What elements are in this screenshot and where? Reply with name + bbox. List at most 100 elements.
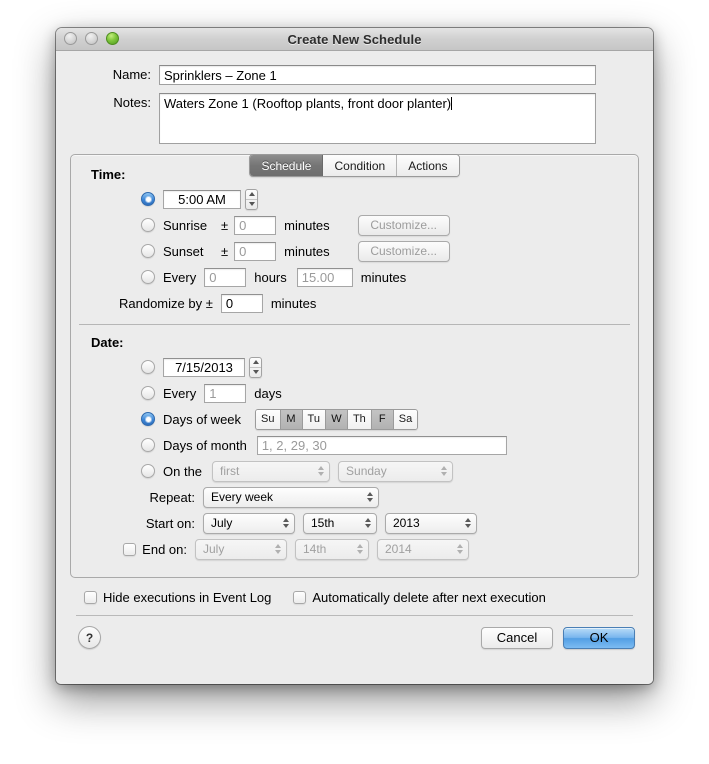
time-every-row: Every 0 hours 15.00 minutes	[85, 264, 624, 290]
updown-arrows-icon	[455, 544, 464, 554]
time-stepper-down[interactable]	[246, 200, 257, 209]
weekday-w[interactable]: W	[325, 409, 348, 429]
tab-condition[interactable]: Condition	[323, 155, 398, 176]
auto-delete-option[interactable]: Automatically delete after next executio…	[293, 590, 546, 605]
radio-sunset[interactable]	[141, 244, 155, 258]
auto-delete-checkbox[interactable]	[293, 591, 307, 604]
triangle-down-icon	[248, 202, 255, 206]
date-stepper[interactable]	[249, 356, 262, 378]
every-minutes-input[interactable]: 15.00	[296, 267, 353, 287]
sunset-customize-button[interactable]: Customize...	[357, 240, 450, 262]
name-input[interactable]: Sprinklers – Zone 1	[159, 65, 596, 85]
start-month-select[interactable]: July	[203, 512, 295, 534]
time-clock-row: 5:00 AM	[85, 186, 624, 212]
start-day-select[interactable]: 15th	[303, 512, 377, 534]
end-month-select[interactable]: July	[195, 538, 287, 560]
date-every-days-row: Every 1 days	[85, 380, 624, 406]
hide-executions-label: Hide executions in Event Log	[103, 590, 272, 605]
sunset-label: Sunset	[163, 243, 204, 259]
end-year-value: 2014	[385, 542, 412, 556]
on-the-weekday-value: Sunday	[346, 464, 387, 478]
window-titlebar: Create New Schedule	[56, 28, 653, 51]
date-stepper-up[interactable]	[250, 358, 261, 368]
days-of-month-input[interactable]: 1, 2, 29, 30	[256, 435, 507, 455]
notes-field-row: Notes: Waters Zone 1 (Rooftop plants, fr…	[76, 93, 633, 144]
start-year-select[interactable]: 2013	[385, 512, 477, 534]
ok-button[interactable]: OK	[563, 626, 635, 649]
updown-arrows-icon	[281, 518, 290, 528]
randomize-input[interactable]: 0	[220, 293, 263, 313]
weekday-th[interactable]: Th	[347, 409, 372, 429]
on-the-ordinal-select[interactable]: first	[212, 460, 331, 482]
end-year-select[interactable]: 2014	[377, 538, 469, 560]
start-on-row: Start on: July 15th 2013	[85, 510, 624, 536]
sunrise-offset-input[interactable]: 0	[234, 215, 277, 235]
every-days-input[interactable]: 1	[204, 383, 247, 403]
sunrise-customize-button[interactable]: Customize...	[357, 214, 450, 236]
date-input[interactable]: 7/15/2013	[163, 357, 245, 377]
randomize-label: Randomize by ±	[119, 295, 213, 311]
weekday-sa[interactable]: Sa	[393, 409, 418, 429]
every-interval-label: Every	[163, 269, 197, 285]
end-on-row: End on: July 14th 2014	[85, 536, 624, 562]
radio-days-of-week[interactable]	[141, 412, 155, 426]
triangle-up-icon	[252, 360, 259, 364]
date-section: Date: 7/15/2013 Every 1 days Days of wee…	[71, 335, 638, 562]
tab-schedule[interactable]: Schedule	[250, 155, 324, 176]
hours-unit-label: hours	[254, 269, 287, 285]
name-label: Name:	[112, 67, 151, 82]
notes-text: Waters Zone 1 (Rooftop plants, front doo…	[164, 96, 452, 111]
updown-arrows-icon	[316, 466, 325, 476]
minutes-unit-label: minutes	[360, 269, 407, 285]
weekday-tu[interactable]: Tu	[302, 409, 326, 429]
close-button-icon[interactable]	[64, 32, 77, 45]
randomize-row: Randomize by ± 0 minutes	[85, 290, 624, 316]
start-on-label: Start on:	[145, 515, 195, 531]
days-of-month-row: Days of month 1, 2, 29, 30	[85, 432, 624, 458]
weekday-su[interactable]: Su	[256, 409, 281, 429]
zoom-button-icon[interactable]	[106, 32, 119, 45]
weekday-f[interactable]: F	[371, 409, 394, 429]
weekday-segmented-control[interactable]: Su M Tu W Th F Sa	[255, 408, 419, 430]
date-stepper-down[interactable]	[250, 368, 261, 377]
cancel-button[interactable]: Cancel	[481, 626, 553, 649]
radio-days-of-month[interactable]	[141, 438, 155, 452]
auto-delete-label: Automatically delete after next executio…	[312, 590, 546, 605]
on-the-weekday-select[interactable]: Sunday	[338, 460, 454, 482]
every-hours-input[interactable]: 0	[204, 267, 247, 287]
help-button[interactable]: ?	[78, 626, 101, 649]
radio-specific-time[interactable]	[141, 192, 155, 206]
radio-every-days[interactable]	[141, 386, 155, 400]
end-month-value: July	[203, 542, 225, 556]
triangle-up-icon	[248, 192, 255, 196]
notes-input[interactable]: Waters Zone 1 (Rooftop plants, front doo…	[159, 93, 596, 144]
radio-specific-date[interactable]	[141, 360, 155, 374]
header-fields: Name: Sprinklers – Zone 1 Notes: Waters …	[56, 51, 653, 144]
minimize-button-icon[interactable]	[85, 32, 98, 45]
radio-sunrise[interactable]	[141, 218, 155, 232]
repeat-row: Repeat: Every week	[85, 484, 624, 510]
repeat-label: Repeat:	[149, 489, 195, 505]
tab-group: Schedule Condition Actions	[249, 154, 460, 177]
every-days-label: Every	[163, 385, 197, 401]
tab-strip: Schedule Condition Actions	[70, 154, 639, 177]
randomize-unit-label: minutes	[270, 295, 317, 311]
dialog-body: Name: Sprinklers – Zone 1 Notes: Waters …	[56, 51, 653, 684]
hide-executions-option[interactable]: Hide executions in Event Log	[84, 590, 271, 605]
text-cursor	[451, 97, 453, 110]
on-the-label: On the	[163, 463, 203, 479]
end-day-select[interactable]: 14th	[295, 538, 369, 560]
radio-on-the[interactable]	[141, 464, 155, 478]
tab-actions[interactable]: Actions	[397, 155, 459, 176]
schedule-tab-panel: Time: 5:00 AM Sunrise ± 0 minutes Custom…	[70, 154, 639, 578]
time-stepper-up[interactable]	[246, 190, 257, 200]
radio-every-interval[interactable]	[141, 270, 155, 284]
weekday-m[interactable]: M	[280, 409, 303, 429]
hide-executions-checkbox[interactable]	[84, 591, 97, 604]
days-of-month-label: Days of month	[163, 437, 247, 453]
time-input[interactable]: 5:00 AM	[163, 189, 241, 209]
end-on-checkbox[interactable]	[123, 542, 137, 556]
repeat-select[interactable]: Every week	[203, 486, 379, 508]
time-stepper[interactable]	[245, 188, 258, 210]
sunset-offset-input[interactable]: 0	[234, 241, 277, 261]
